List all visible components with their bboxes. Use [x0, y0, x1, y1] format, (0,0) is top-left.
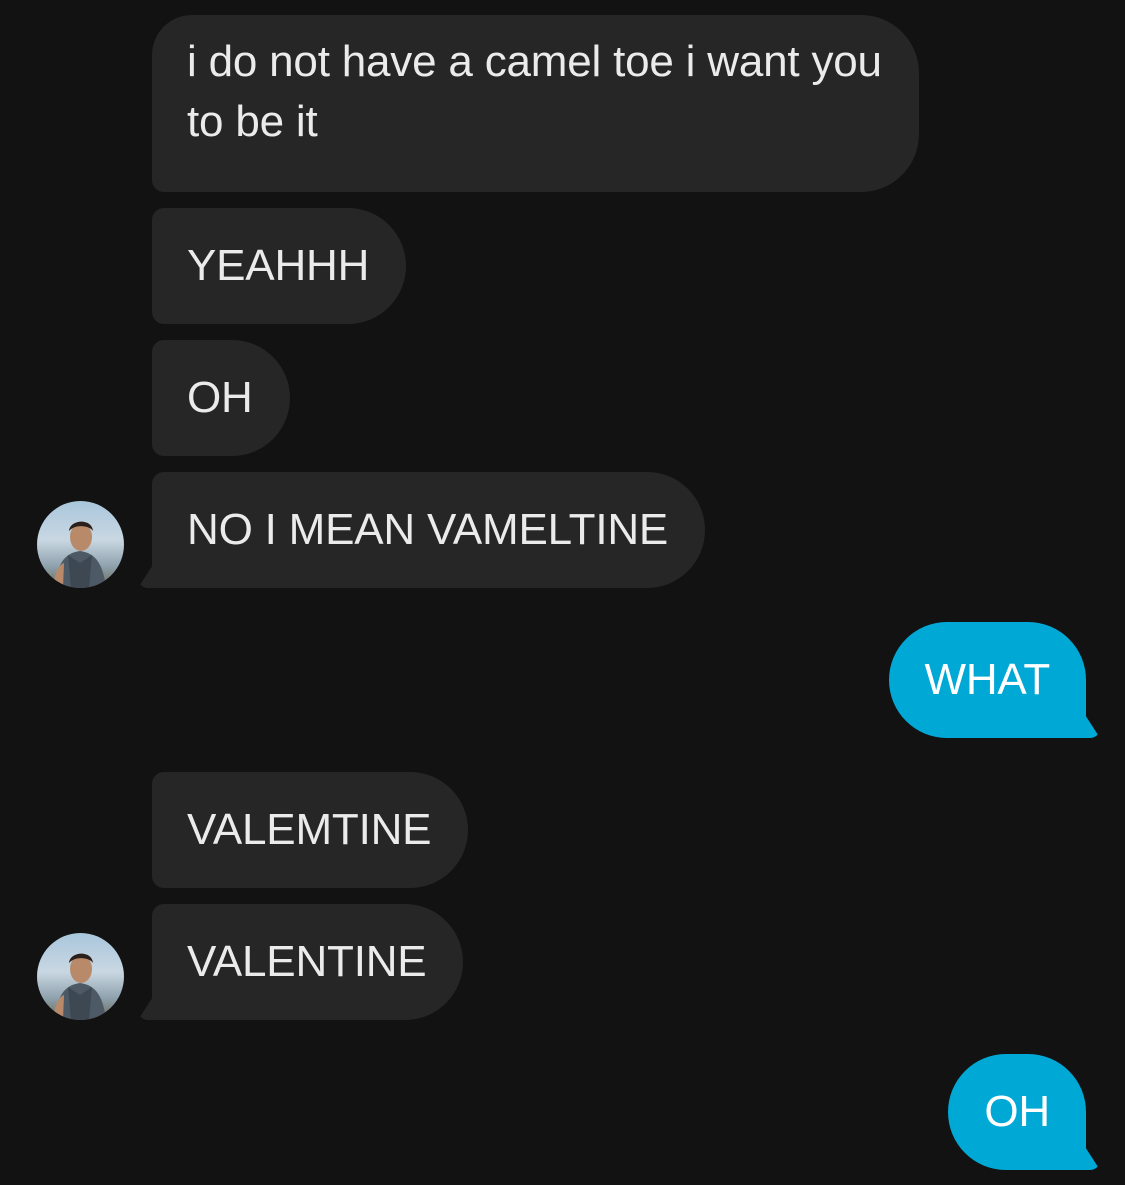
- message-text: NO I MEAN VAMELTINE: [187, 505, 669, 554]
- contact-avatar-photo-icon: [53, 521, 106, 588]
- message-text: VALENTINE: [187, 937, 427, 986]
- message-bubble-incoming[interactable]: NO I MEAN VAMELTINE: [152, 472, 706, 588]
- message-text: YEAHHH: [187, 241, 370, 290]
- message-text: OH: [984, 1087, 1050, 1136]
- message-bubble-incoming[interactable]: i do not have a camel toe i want you to …: [152, 15, 919, 192]
- message-bubble-incoming[interactable]: OH: [152, 340, 290, 456]
- message-text: VALEMTINE: [187, 805, 432, 854]
- contact-avatar-photo-icon: [53, 953, 106, 1020]
- contact-avatar[interactable]: [37, 501, 124, 588]
- message-text: i do not have a camel toe i want you to …: [187, 37, 882, 146]
- message-bubble-incoming[interactable]: VALENTINE: [152, 904, 464, 1020]
- message-bubble-incoming[interactable]: YEAHHH: [152, 208, 407, 324]
- message-bubble-incoming[interactable]: VALEMTINE: [152, 772, 469, 888]
- message-bubble-outgoing[interactable]: WHAT: [888, 622, 1086, 738]
- contact-avatar[interactable]: [37, 933, 124, 1020]
- message-text: WHAT: [924, 655, 1051, 704]
- message-text: OH: [187, 373, 253, 422]
- message-bubble-outgoing[interactable]: OH: [948, 1054, 1086, 1170]
